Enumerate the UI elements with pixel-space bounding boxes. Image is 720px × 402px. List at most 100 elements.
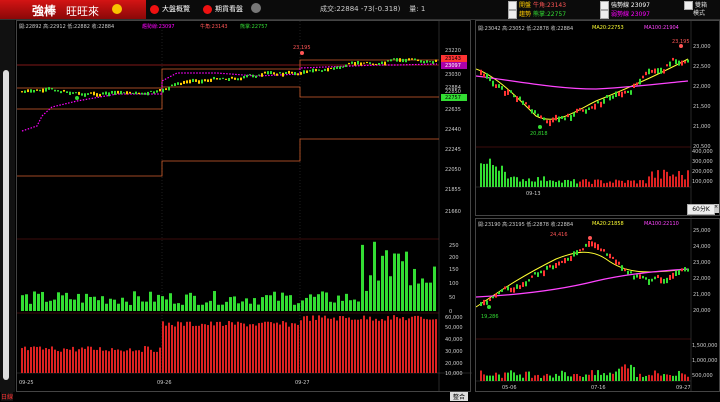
candle (153, 91, 155, 94)
oi-bar (81, 347, 83, 373)
oi-bar (261, 322, 263, 373)
oi-bar (267, 321, 269, 373)
candle (549, 264, 551, 268)
volume-bar (501, 165, 503, 187)
date-label: 09-13 (526, 191, 541, 197)
volume-bar (401, 261, 404, 311)
hourly-chart-pane[interactable]: 23,000 22,500 22,000 21,500 21,000 20,500 400,… (475, 20, 720, 217)
volume-bar (600, 180, 602, 187)
checkbox[interactable] (600, 10, 609, 19)
volume-bar (585, 374, 587, 381)
candle (258, 74, 260, 76)
volume-bar (241, 301, 244, 311)
volume-bar (663, 169, 665, 187)
volume-bar (522, 179, 524, 187)
candle (633, 83, 635, 89)
candle (300, 72, 302, 75)
oi-bar (150, 349, 152, 373)
candle (198, 80, 200, 84)
oi-bar (369, 316, 371, 373)
period-button[interactable]: 60分K (687, 204, 715, 215)
volume-bar (492, 375, 494, 381)
indicator-weak[interactable]: 弱勢線 23097 (600, 10, 650, 19)
oi-bar (243, 323, 245, 373)
candle (54, 89, 56, 92)
volume-bar (429, 282, 432, 311)
candle (285, 71, 287, 74)
left-scroll-strip[interactable] (0, 20, 15, 402)
integrate-button[interactable]: 整合 (450, 392, 469, 401)
candle (156, 90, 158, 93)
volume-bar (657, 373, 659, 381)
candle (255, 75, 257, 78)
vertical-slider[interactable] (3, 70, 9, 380)
volume-tick: 200 (449, 255, 459, 261)
volume-bar (537, 374, 539, 381)
volume-bar (369, 275, 372, 311)
candle (561, 116, 563, 119)
candle (369, 62, 371, 65)
volume-bar (609, 372, 611, 381)
checkbox[interactable] (508, 10, 517, 19)
oi-bar (108, 351, 110, 373)
market-overview-button[interactable]: 大盤概覽 (150, 3, 190, 15)
candle (507, 89, 509, 95)
oi-bar (219, 321, 221, 373)
oi-bar (408, 318, 410, 373)
candle (408, 58, 410, 61)
candle (75, 92, 77, 94)
candle (666, 64, 668, 67)
volume-bar (169, 293, 172, 311)
volume-tick: 300,000 (692, 159, 713, 165)
indicator-strong[interactable]: 強勢線 23097 (600, 1, 650, 10)
candle (24, 90, 26, 93)
indicator-bull[interactable]: 開盤 牛角:23143 (508, 1, 566, 10)
daily-chart-pane[interactable]: 25,000 24,000 23,000 22,000 21,000 20,000 1,50… (475, 218, 720, 393)
candle (42, 88, 44, 93)
brand-logo: 強棒 旺旺來 (0, 0, 146, 19)
candle (525, 102, 527, 105)
oi-bar (258, 323, 260, 373)
candle (387, 60, 389, 62)
indicator-mode[interactable]: 模式 (684, 10, 707, 18)
oi-bar (282, 321, 284, 373)
main-chart-pane[interactable]: 23220 23143 23097 23030 22884 22850 22757 22635… (16, 20, 472, 393)
indicator-bear[interactable]: 趨勢 熊掌:22757 (508, 10, 566, 19)
volume-tick: 100 (449, 281, 459, 287)
candle (573, 112, 575, 117)
indicator-dual-box[interactable]: 雙箱 (684, 1, 707, 10)
checkbox[interactable] (600, 1, 609, 10)
candle (534, 110, 536, 114)
candle (588, 240, 590, 247)
candle (624, 90, 626, 94)
record-icon (203, 4, 212, 14)
volume-bar (561, 370, 563, 381)
volume-bar (397, 253, 400, 311)
oi-bar (111, 348, 113, 373)
price-tick: 20,000 (693, 308, 711, 314)
volume-bar (253, 298, 256, 311)
volume-bar (329, 301, 332, 311)
candle (492, 296, 494, 299)
candle (531, 275, 533, 278)
checkbox[interactable] (508, 1, 517, 10)
candle (522, 282, 524, 287)
oi-bar (66, 349, 68, 373)
oi-bar (99, 347, 101, 373)
checkbox[interactable] (684, 1, 693, 10)
volume-bar (591, 370, 593, 381)
candle (108, 92, 110, 97)
futures-button[interactable]: 期貨看盤 (203, 3, 243, 15)
volume-bar (269, 295, 272, 311)
indicator-group-1: 開盤 牛角:23143 趨勢 熊掌:22757 (508, 1, 566, 19)
home-icon[interactable] (251, 3, 261, 13)
volume-bar (600, 374, 602, 381)
oi-bar (342, 316, 344, 373)
candle (231, 76, 233, 79)
low-marker (75, 96, 79, 100)
volume-bar (582, 376, 584, 381)
oi-bar (204, 324, 206, 373)
volume-bar (393, 253, 396, 311)
period-close-button[interactable]: × (714, 204, 719, 213)
volume-bar (93, 296, 96, 311)
